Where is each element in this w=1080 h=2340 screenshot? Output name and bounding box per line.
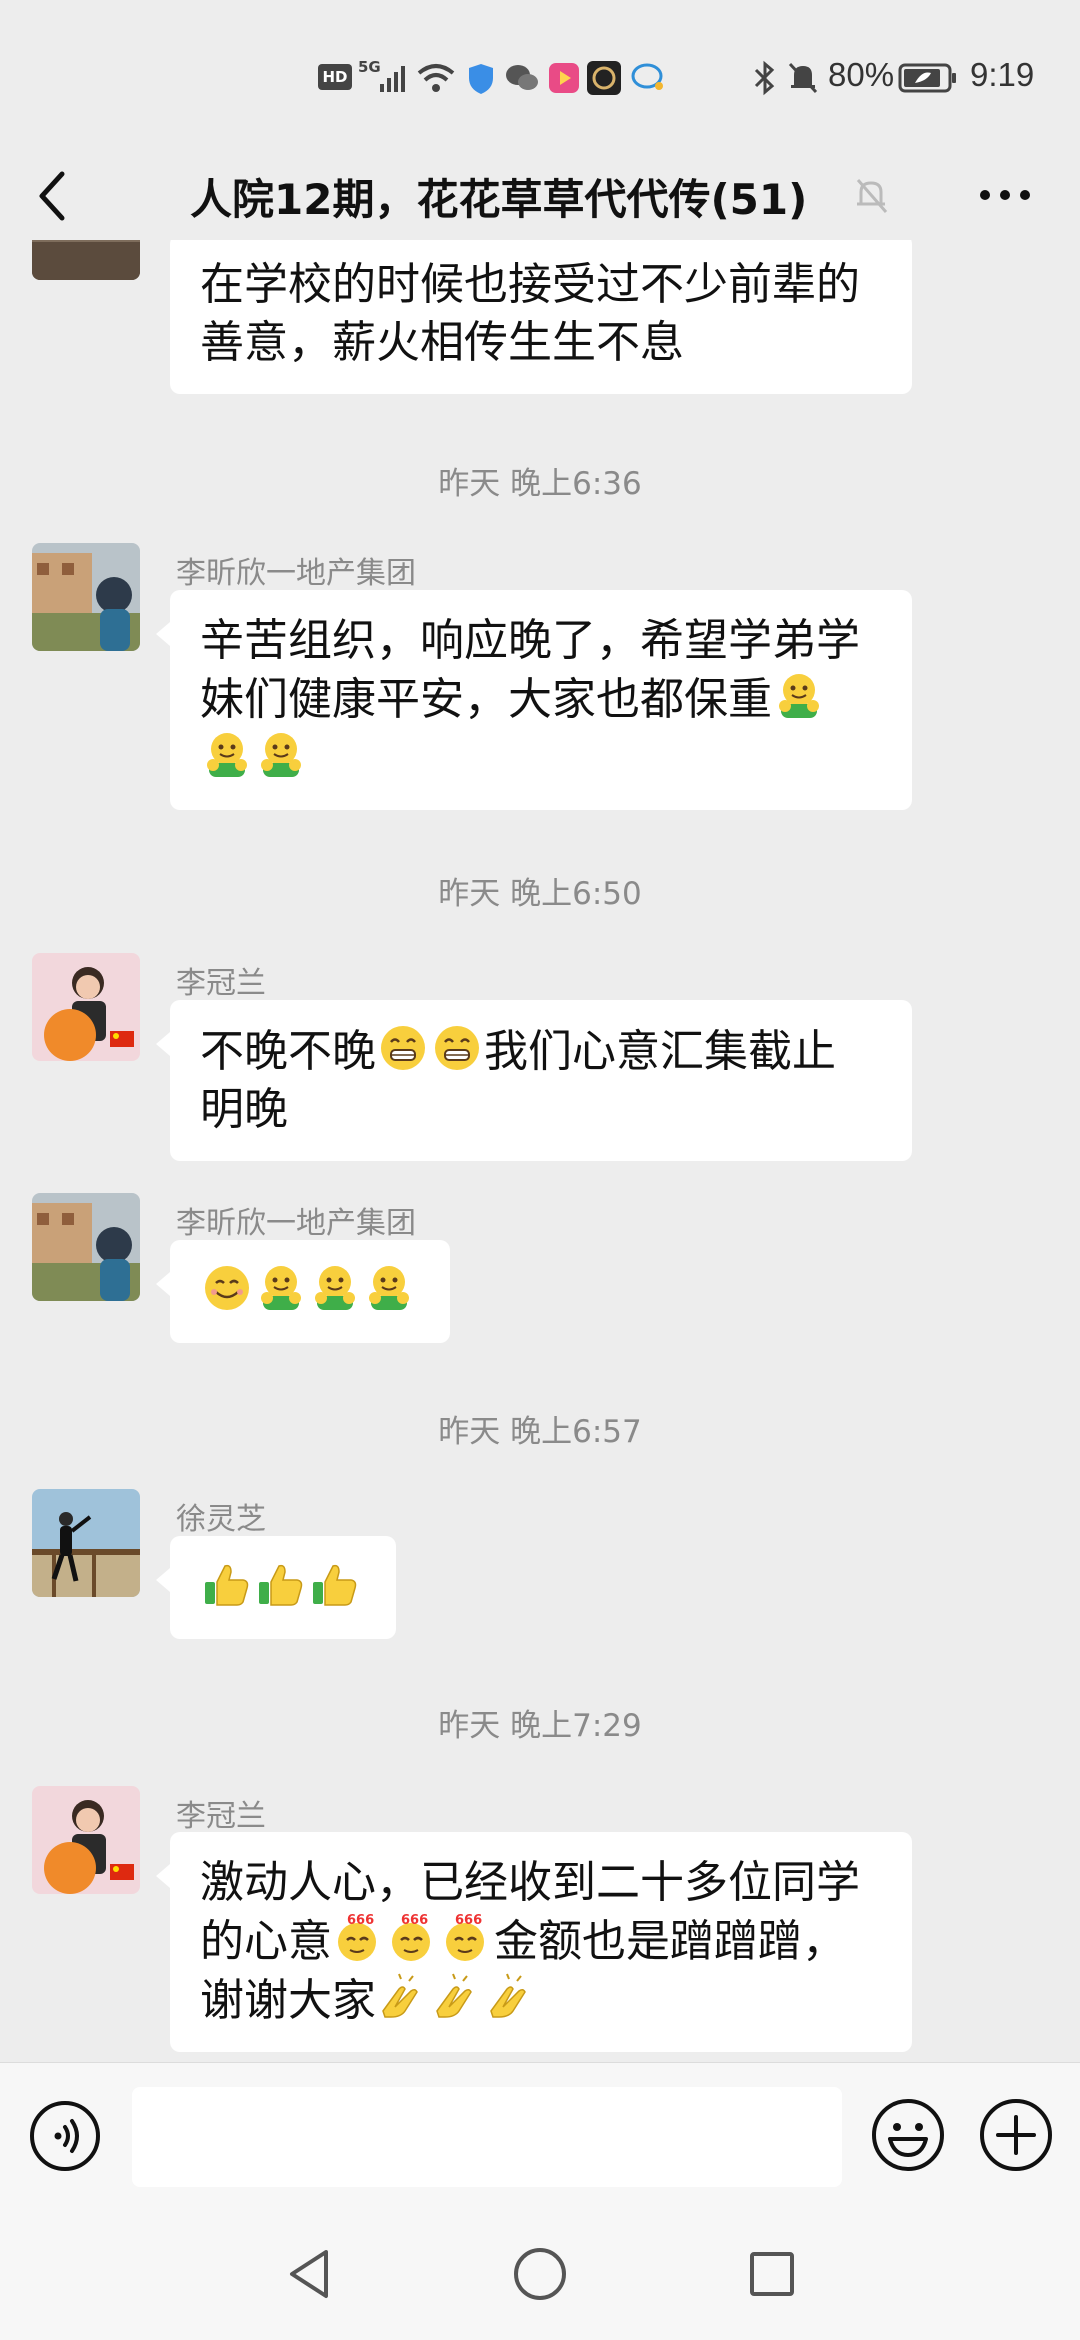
message-text-line: 在学校的时候也接受过不少前辈的 — [200, 259, 860, 310]
status-bar: HD 5G 80% 9:19 — [0, 0, 1080, 150]
shield-icon — [469, 64, 493, 94]
666-emoji-icon: 666 — [392, 1913, 430, 1961]
message-bubble[interactable]: 在学校的时候也接受过不少前辈的 善意，薪火相传生生不息 — [170, 240, 912, 394]
battery-percent: 80% — [828, 56, 895, 93]
avatar[interactable] — [32, 953, 140, 1061]
svg-text:666: 666 — [401, 1913, 428, 1928]
more-functions-icon[interactable] — [978, 2097, 1054, 2173]
hug-emoji-icon — [779, 674, 819, 718]
chat-title: 人院12期，花花草草代代传(51) — [190, 175, 808, 224]
avatar[interactable] — [32, 543, 140, 651]
message-list[interactable]: 在学校的时候也接受过不少前辈的 善意，薪火相传生生不息 昨天 晚上6:36 李昕… — [0, 240, 1080, 2060]
sender-name: 李昕欣一地产集团 — [176, 1206, 416, 1241]
muted-notification-icon — [856, 179, 888, 213]
sender-name: 徐灵芝 — [176, 1502, 266, 1537]
message-text-line: 善意，薪火相传生生不息 — [200, 317, 684, 368]
message-text-fragment: 的心意 — [200, 1916, 332, 1967]
hug-emoji-icon — [315, 1266, 355, 1310]
avatar[interactable] — [32, 1193, 140, 1301]
input-bar — [0, 2062, 1080, 2208]
message-text-line: 妹们健康平安，大家也都保重 — [200, 674, 772, 725]
message-bubble[interactable]: 不晚不晚 我们心意汇集截止 明晚 — [156, 1000, 912, 1161]
message-text-line: 激动人心，已经收到二十多位同学 — [200, 1857, 860, 1908]
app-icon — [587, 61, 621, 95]
avatar[interactable] — [32, 240, 140, 280]
message-text-line: 明晚 — [200, 1084, 288, 1135]
timestamp: 昨天 晚上6:50 — [438, 876, 642, 912]
message-text-line: 辛苦组织，响应晚了，希望学弟学 — [200, 615, 860, 666]
grin-emoji-icon — [381, 1026, 425, 1070]
battery-icon — [898, 63, 956, 93]
timestamp: 昨天 晚上7:29 — [438, 1708, 642, 1744]
message-text-fragment: 金额也是蹭蹭蹭， — [494, 1916, 846, 1967]
hug-emoji-icon — [261, 1266, 301, 1310]
message-bubble[interactable]: 激动人心，已经收到二十多位同学 的心意 666 666 666 金额也是蹭蹭蹭， 谢谢大… — [156, 1832, 912, 2052]
hug-emoji-icon — [207, 733, 247, 777]
wifi-icon — [417, 64, 455, 92]
nav-home-icon[interactable] — [508, 2242, 572, 2306]
666-emoji-icon: 666 — [446, 1913, 484, 1961]
message-input[interactable] — [132, 2087, 842, 2187]
clap-emoji-icon — [436, 1973, 472, 2018]
message-text-fragment: 不晚不晚 — [200, 1026, 376, 1077]
thumbs-up-emoji-icon — [205, 1564, 249, 1606]
mute-bell-icon — [788, 62, 818, 94]
message-text-fragment: 谢谢大家 — [200, 1975, 376, 2026]
clock: 9:19 — [970, 56, 1035, 93]
smile-emoji-icon — [205, 1266, 249, 1310]
voice-input-icon[interactable] — [28, 2099, 102, 2173]
bluetooth-icon — [754, 60, 775, 96]
signal-icon — [380, 66, 405, 92]
hug-emoji-icon — [369, 1266, 409, 1310]
video-app-icon — [549, 63, 579, 93]
avatar[interactable] — [32, 1786, 140, 1894]
thumbs-up-emoji-icon — [259, 1564, 303, 1606]
chat-header: 人院12期，花花草草代代传(51) — [0, 150, 1080, 240]
clap-emoji-icon — [382, 1973, 418, 2018]
back-arrow-icon[interactable] — [30, 168, 80, 224]
wechat-icon — [506, 65, 538, 90]
svg-text:666: 666 — [347, 1913, 374, 1928]
message-text-fragment: 我们心意汇集截止 — [484, 1026, 836, 1077]
message-bubble[interactable] — [156, 1240, 450, 1343]
hd-icon: HD — [318, 64, 352, 90]
sender-name: 李冠兰 — [176, 1799, 266, 1834]
chat-bubble-icon — [631, 63, 663, 90]
timestamp: 昨天 晚上6:57 — [438, 1414, 642, 1450]
666-emoji-icon: 666 — [338, 1913, 376, 1961]
more-options-icon[interactable] — [975, 172, 1035, 218]
sender-name: 李昕欣一地产集团 — [176, 556, 416, 591]
message-bubble[interactable]: 辛苦组织，响应晚了，希望学弟学 妹们健康平安，大家也都保重 — [156, 590, 912, 810]
svg-text:666: 666 — [455, 1913, 482, 1928]
message-bubble[interactable] — [156, 1536, 396, 1639]
hug-emoji-icon — [261, 733, 301, 777]
thumbs-up-emoji-icon — [313, 1564, 357, 1606]
nav-recents-icon[interactable] — [742, 2244, 802, 2304]
emoji-picker-icon[interactable] — [870, 2097, 946, 2173]
nav-back-icon[interactable] — [280, 2244, 340, 2304]
sender-name: 李冠兰 — [176, 966, 266, 1001]
timestamp: 昨天 晚上6:36 — [438, 466, 642, 502]
avatar[interactable] — [32, 1489, 140, 1597]
system-navigation-bar — [0, 2208, 1080, 2340]
grin-emoji-icon — [435, 1026, 479, 1070]
clap-emoji-icon — [490, 1973, 526, 2018]
